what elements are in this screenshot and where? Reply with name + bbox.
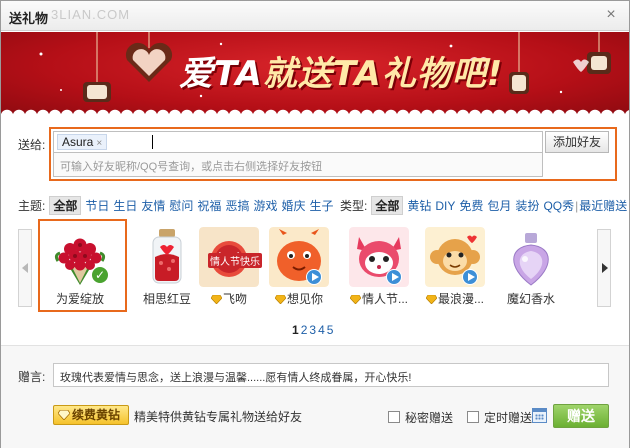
type-filter: 类型: 全部 黄钻 DIY 免费 包月 装扮 QQ秀|最近赠送 <box>340 196 630 215</box>
banner-scallop <box>1 104 629 116</box>
banner-slogan: 爱TA就送TA礼物吧! <box>179 46 503 95</box>
theme-item[interactable]: 友情 <box>141 199 165 213</box>
timed-send-checkbox[interactable] <box>467 411 479 423</box>
page-link[interactable]: 4 <box>318 323 325 337</box>
gift-name: 想见你 <box>264 290 334 307</box>
footer-panel <box>1 346 629 448</box>
dialog-title: 送礼物 <box>9 11 49 26</box>
gift-item[interactable]: 魔幻香水 <box>496 223 566 309</box>
type-item[interactable]: 装扮 <box>515 199 539 213</box>
magic-perfume-image <box>513 233 549 286</box>
gift-name: 相思红豆 <box>142 292 191 306</box>
yellow-diamond-icon <box>349 295 361 304</box>
theme-item[interactable]: 恶搞 <box>225 199 249 213</box>
gift-name-text: 情人节... <box>361 292 408 306</box>
yellow-diamond-icon <box>210 295 222 304</box>
filter-separator: | <box>575 199 579 213</box>
gift-name: 飞吻 <box>194 290 264 307</box>
slogan-part1: 爱TA <box>179 54 263 94</box>
selected-gift-highlight <box>38 219 127 312</box>
page-link[interactable]: 2 <box>301 323 308 337</box>
theme-label: 主题: <box>18 199 46 213</box>
gift-item[interactable]: 情人节快乐 飞吻 <box>194 223 264 309</box>
calendar-icon[interactable] <box>532 408 547 423</box>
message-label: 赠言: <box>18 370 46 384</box>
secret-send-label: 秘密赠送 <box>405 411 454 425</box>
gift-name: 魔幻香水 <box>506 292 555 306</box>
gift-name-text: 最浪漫... <box>437 292 484 306</box>
theme-item[interactable]: 祝福 <box>197 199 221 213</box>
theme-item[interactable]: 婚庆 <box>281 199 305 213</box>
play-icon[interactable] <box>306 269 322 285</box>
type-item[interactable]: QQ秀 <box>543 199 574 213</box>
recipient-label: 送给: <box>18 138 46 152</box>
page-current: 1 <box>292 323 299 337</box>
recipient-highlight <box>49 127 617 181</box>
carousel-prev-button[interactable] <box>18 229 32 307</box>
carousel-next-button[interactable] <box>597 229 611 307</box>
theme-item[interactable]: 生子 <box>309 199 333 213</box>
send-gift-button[interactable]: 赠送 <box>553 404 609 428</box>
title-bar: 送礼物 3LIAN.COM × <box>1 1 629 31</box>
valentine-label: 情人节快乐 <box>208 253 262 268</box>
gift-item[interactable]: 想见你 <box>264 223 334 309</box>
type-all[interactable]: 全部 <box>371 196 404 215</box>
yellow-diamond-icon <box>58 410 70 420</box>
chevron-right-icon <box>602 263 608 273</box>
send-gift-dialog: 送礼物 3LIAN.COM × 爱TA就送TA礼物吧! 送给: Asura × … <box>0 0 630 448</box>
gift-name: 情人节... <box>344 290 414 307</box>
gift-item[interactable]: 最浪漫... <box>420 223 490 309</box>
page-link[interactable]: 5 <box>327 323 334 337</box>
red-bean-jar-image <box>152 229 182 284</box>
recent-gifts-link[interactable]: 最近赠送 <box>579 199 627 213</box>
theme-filter: 主题: 全部 节日 生日 友情 慰问 祝福 恶搞 游戏 婚庆 生子 <box>18 196 338 215</box>
type-item[interactable]: 黄钻 <box>407 199 431 213</box>
gift-name: 最浪漫... <box>420 290 490 307</box>
type-item[interactable]: 免费 <box>459 199 483 213</box>
theme-item[interactable]: 游戏 <box>253 199 277 213</box>
gift-item[interactable]: 相思红豆 <box>132 223 202 309</box>
gift-item[interactable]: 情人节... <box>344 223 414 309</box>
gift-name-text: 想见你 <box>286 292 323 306</box>
watermark: 3LIAN.COM <box>51 7 131 22</box>
play-icon[interactable] <box>462 269 478 285</box>
type-label: 类型: <box>340 199 368 213</box>
theme-item[interactable]: 慰问 <box>169 199 193 213</box>
type-item[interactable]: 包月 <box>487 199 511 213</box>
theme-item[interactable]: 节日 <box>85 199 109 213</box>
play-icon[interactable] <box>386 269 402 285</box>
timed-send-label: 定时赠送 <box>484 411 533 425</box>
secret-send-checkbox[interactable] <box>388 411 400 423</box>
theme-all[interactable]: 全部 <box>49 196 82 215</box>
chevron-left-icon <box>22 263 28 273</box>
banner: 爱TA就送TA礼物吧! <box>1 32 629 116</box>
close-icon[interactable]: × <box>603 7 619 23</box>
renew-description: 精美特供黄钻专属礼物送给好友 <box>134 410 303 424</box>
theme-item[interactable]: 生日 <box>113 199 137 213</box>
yellow-diamond-icon <box>274 295 286 304</box>
page-link[interactable]: 3 <box>309 323 316 337</box>
slogan-part2: 就送TA礼物吧! <box>262 54 504 94</box>
gift-name-text: 飞吻 <box>222 292 247 306</box>
renew-yellow-diamond-button[interactable]: 续费黄钻 <box>53 405 129 425</box>
renew-button-label: 续费黄钻 <box>72 408 121 422</box>
message-input[interactable]: 玫瑰代表爱情与思念，送上浪漫与温馨......愿有情人终成眷属，开心快乐! <box>53 363 609 387</box>
yellow-diamond-icon <box>425 295 437 304</box>
pagination: 12345 <box>291 323 334 337</box>
type-item[interactable]: DIY <box>435 199 455 213</box>
